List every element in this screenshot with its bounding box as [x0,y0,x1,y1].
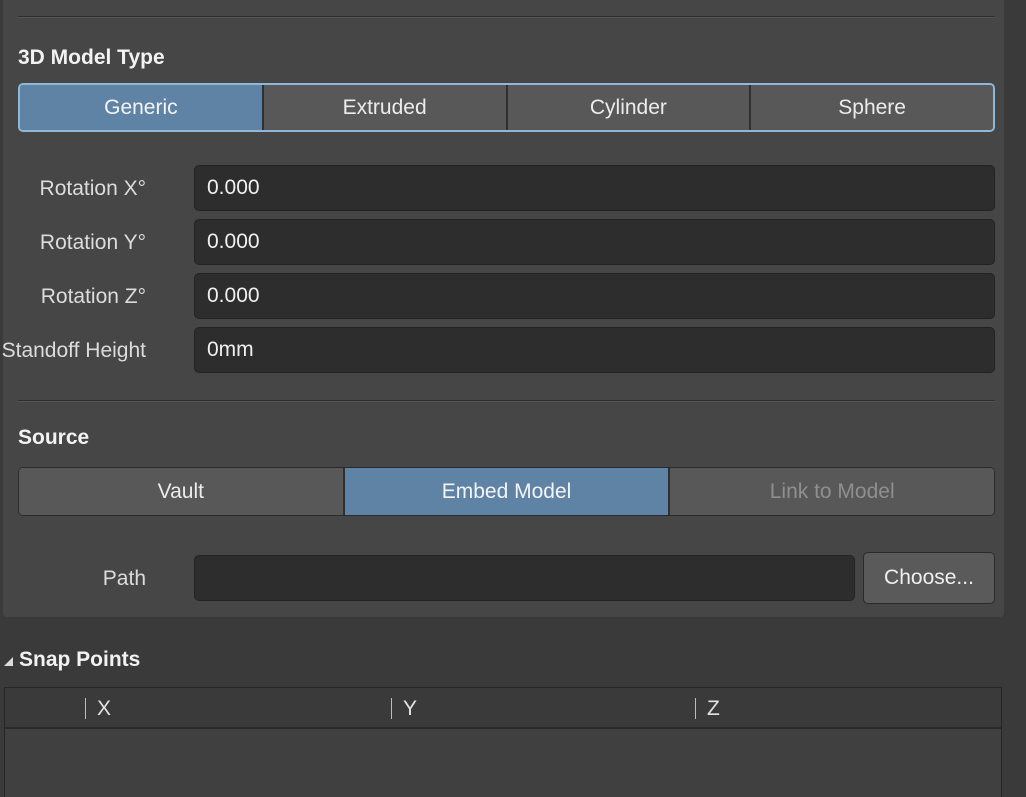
source-embed-model-button[interactable]: Embed Model [344,468,671,515]
snap-points-grid: X Y Z [4,687,1002,797]
rotation-y-field[interactable]: 0.000 [194,219,995,265]
source-divider [18,400,995,402]
standoff-height-field[interactable]: 0mm [194,327,995,373]
source-title: Source [18,426,90,449]
source-vault-button[interactable]: Vault [19,468,345,515]
rotation-z-label: Rotation Z° [40,285,146,308]
choose-button[interactable]: Choose... [863,552,995,604]
model-type-sphere-button[interactable]: Sphere [751,85,993,130]
column-header-x[interactable]: X [97,688,111,729]
source-link-to-model-button: Link to Model [670,468,994,515]
top-divider [18,16,995,18]
rotation-z-field[interactable]: 0.000 [194,273,995,319]
snap-points-header[interactable]: Snap Points [4,648,140,672]
path-field[interactable] [194,555,855,601]
model-type-extruded-button[interactable]: Extruded [263,85,508,130]
rotation-y-label: Rotation Y° [39,231,146,254]
rotation-x-label: Rotation X° [39,177,146,200]
rotation-x-field[interactable]: 0.000 [194,165,995,211]
snap-points-grid-header: X Y Z [5,688,1001,729]
column-separator[interactable] [695,698,696,719]
model-type-title: 3D Model Type [18,46,165,69]
model-type-selector: Generic Extruded Cylinder Sphere [18,83,995,132]
column-separator[interactable] [85,698,86,719]
column-header-z[interactable]: Z [707,688,720,729]
column-header-y[interactable]: Y [403,688,417,729]
standoff-height-label: Standoff Height [1,339,146,362]
collapse-triangle-icon[interactable] [4,656,13,666]
snap-points-title: Snap Points [19,648,141,671]
column-separator[interactable] [391,698,392,719]
source-selector: Vault Embed Model Link to Model [18,467,995,516]
model-type-cylinder-button[interactable]: Cylinder [507,85,752,130]
path-label: Path [102,567,146,590]
properties-panel: 3D Model Type Generic Extruded Cylinder … [1,0,1004,617]
model-type-generic-button[interactable]: Generic [20,85,264,130]
